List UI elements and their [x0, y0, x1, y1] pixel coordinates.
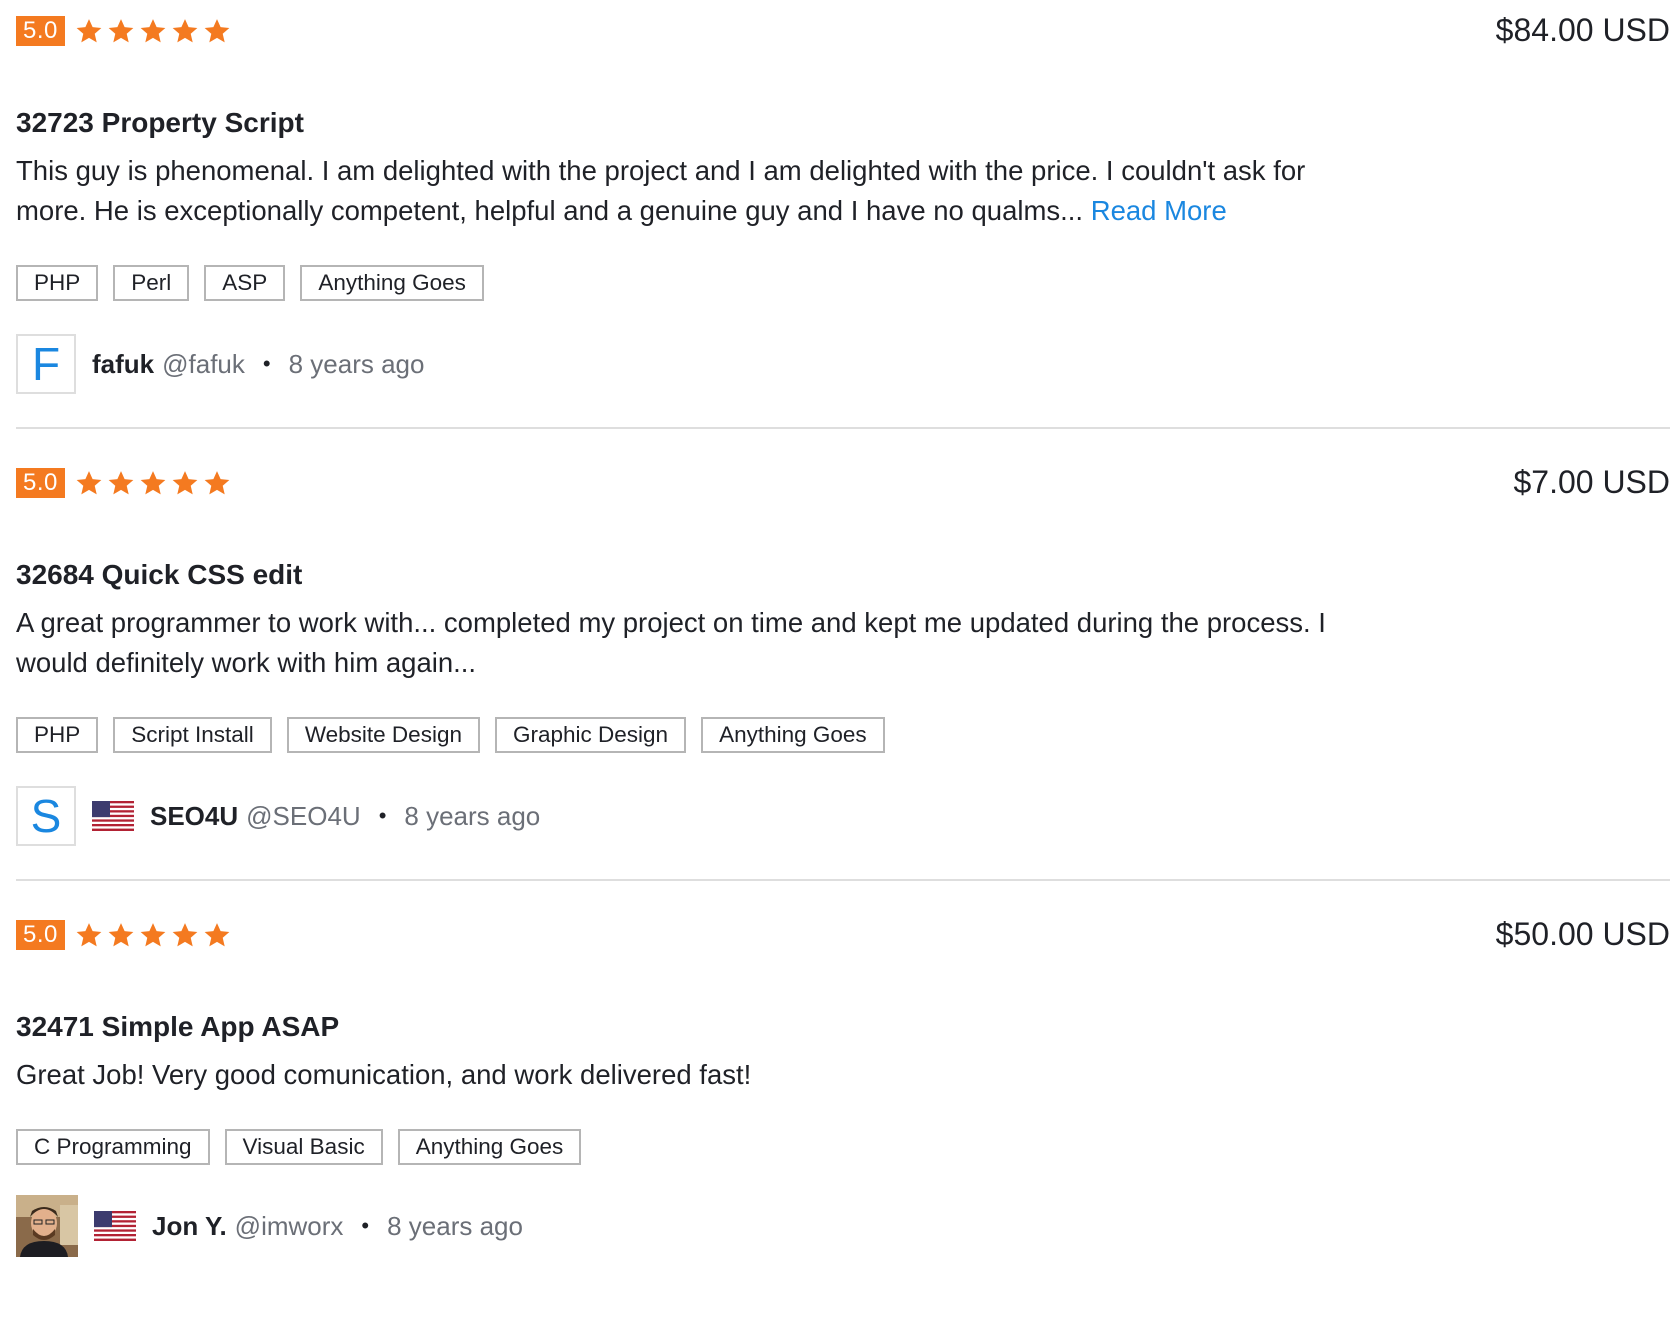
star-icon [201, 15, 233, 47]
star-icon [105, 467, 137, 499]
skill-tag[interactable]: Website Design [286, 717, 480, 753]
project-price: $84.00 USD [1495, 12, 1670, 48]
project-title[interactable]: 32723 Property Script [16, 105, 304, 141]
author-handle: @fafuk [162, 348, 245, 379]
star-icon [137, 467, 169, 499]
star-icon [73, 919, 105, 951]
author-name[interactable]: SEO4U [150, 801, 238, 832]
skill-tag[interactable]: Anything Goes [397, 1129, 582, 1165]
review-time: 8 years ago [404, 800, 541, 831]
star-icon [105, 15, 137, 47]
rating-row: 5.0 [16, 14, 233, 48]
skill-tags: C Programming Visual Basic Anything Goes [16, 1129, 596, 1165]
star-rating [73, 15, 233, 47]
project-title[interactable]: 32684 Quick CSS edit [16, 557, 302, 593]
review-text: Great Job! Very good comunication, and w… [16, 1059, 752, 1090]
rating-badge: 5.0 [16, 920, 65, 950]
star-icon [169, 467, 201, 499]
skill-tag[interactable]: PHP [16, 265, 99, 301]
us-flag-icon [92, 801, 134, 831]
skill-tag[interactable]: Anything Goes [701, 717, 885, 753]
star-icon [137, 15, 169, 47]
review-card: 5.0 $84.00 USD 32723 Property Script Thi… [16, 0, 1670, 440]
skill-tags: PHP Perl ASP Anything Goes [16, 265, 499, 301]
star-icon [201, 467, 233, 499]
rating-badge: 5.0 [16, 16, 65, 46]
review-author: Jon Y. @imworx • 8 years ago [16, 1194, 523, 1258]
review-text: This guy is phenomenal. I am delighted w… [16, 151, 1326, 231]
star-rating [73, 919, 233, 951]
project-title[interactable]: 32471 Simple App ASAP [16, 1009, 339, 1045]
avatar[interactable]: F [16, 334, 76, 394]
review-card: 5.0 $7.00 USD 32684 Quick CSS edit A gre… [16, 452, 1670, 892]
skill-tag[interactable]: Anything Goes [300, 265, 484, 301]
rating-row: 5.0 [16, 918, 233, 952]
project-price: $7.00 USD [1513, 464, 1670, 500]
skill-tag[interactable]: Script Install [113, 717, 272, 753]
author-name[interactable]: Jon Y. [152, 1211, 227, 1242]
us-flag-icon [94, 1211, 136, 1241]
project-price: $50.00 USD [1495, 916, 1670, 952]
review-time: 8 years ago [288, 348, 425, 379]
star-icon [201, 919, 233, 951]
separator-dot: • [262, 351, 271, 376]
separator-dot: • [361, 1213, 370, 1238]
skill-tag[interactable]: Graphic Design [494, 717, 687, 753]
review-author: F fafuk @fafuk • 8 years ago [16, 332, 424, 396]
skill-tag[interactable]: PHP [16, 717, 99, 753]
review-author: S SEO4U @SEO4U • 8 years ago [16, 784, 540, 848]
divider [16, 879, 1670, 881]
author-name[interactable]: fafuk [92, 349, 154, 380]
author-handle: @imworx [234, 1210, 344, 1241]
skill-tag[interactable]: C Programming [16, 1129, 210, 1165]
review-time: 8 years ago [387, 1210, 523, 1241]
skill-tags: PHP Script Install Website Design Graphi… [16, 717, 900, 753]
review-card: 5.0 $50.00 USD 32471 Simple App ASAP Gre… [16, 904, 1670, 1344]
avatar[interactable]: S [16, 786, 76, 846]
avatar[interactable] [16, 1195, 78, 1257]
star-icon [137, 919, 169, 951]
star-icon [169, 15, 201, 47]
star-icon [73, 15, 105, 47]
rating-badge: 5.0 [16, 468, 65, 498]
read-more-link[interactable]: Read More [1091, 195, 1227, 226]
skill-tag[interactable]: Perl [113, 265, 190, 301]
rating-row: 5.0 [16, 466, 233, 500]
skill-tag[interactable]: ASP [204, 265, 286, 301]
author-handle: @SEO4U [246, 800, 361, 831]
skill-tag[interactable]: Visual Basic [224, 1129, 383, 1165]
star-icon [169, 919, 201, 951]
review-text: A great programmer to work with... compl… [16, 607, 1326, 678]
star-rating [73, 467, 233, 499]
star-icon [105, 919, 137, 951]
divider [16, 427, 1670, 429]
separator-dot: • [378, 803, 387, 828]
star-icon [73, 467, 105, 499]
reviews-list: 5.0 $84.00 USD 32723 Property Script Thi… [0, 0, 1678, 1270]
